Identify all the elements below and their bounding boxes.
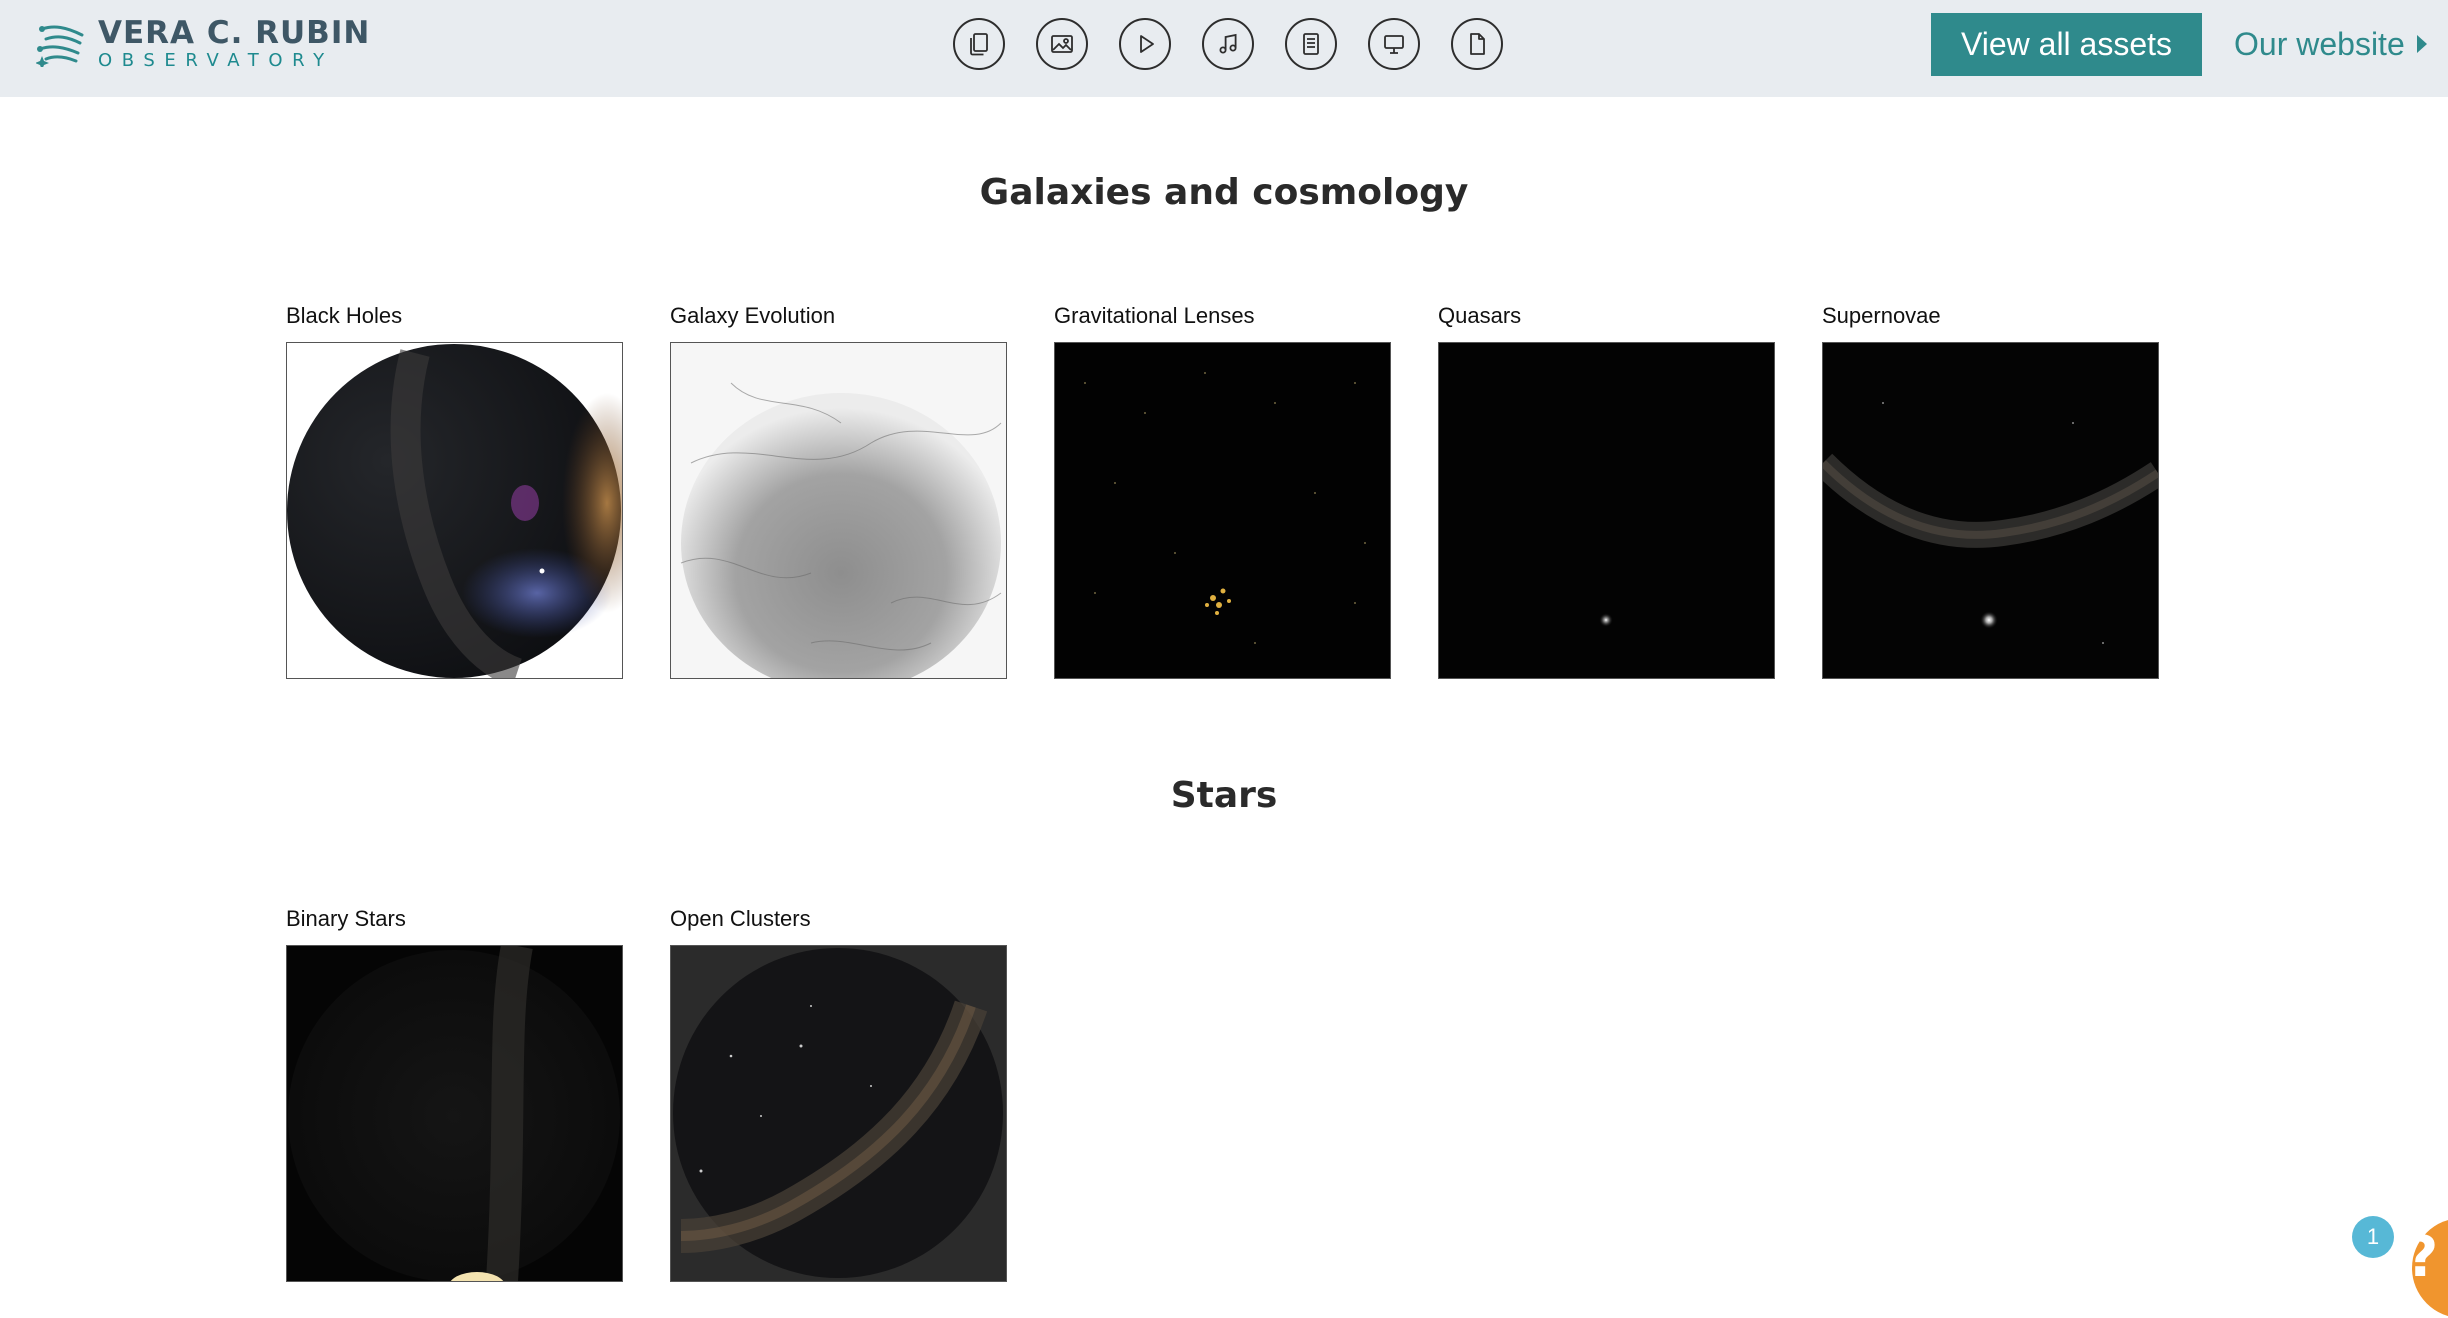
binary-stars-thumbnail-image (287, 946, 622, 1281)
text-document-icon (1303, 33, 1319, 55)
gravitational-lenses-thumbnail-image (1055, 343, 1390, 678)
our-website-label: Our website (2234, 25, 2405, 62)
card-label: Open Clusters (670, 906, 811, 931)
category-card-open-clusters[interactable]: Open Clusters (670, 905, 1007, 1282)
logo-subtitle: OBSERVATORY (98, 50, 334, 71)
our-website-link[interactable]: Our website (2234, 22, 2427, 66)
card-label: Galaxy Evolution (670, 303, 836, 328)
card-label: Quasars (1438, 303, 1522, 328)
open-clusters-thumbnail-image (671, 946, 1006, 1281)
card-thumbnail[interactable] (670, 342, 1007, 679)
help-question-icon[interactable]: ? (2396, 1226, 2448, 1290)
audio-filter-button[interactable] (1202, 18, 1254, 70)
card-thumbnail[interactable] (1822, 342, 2159, 679)
black-holes-thumbnail-image (287, 344, 622, 678)
card-thumbnail[interactable] (670, 945, 1007, 1282)
image-filter-button[interactable] (1036, 18, 1088, 70)
card-label: Supernovae (1822, 303, 1941, 328)
category-card-black-holes[interactable]: Black Holes (286, 302, 623, 679)
category-card-gravitational-lenses[interactable]: Gravitational Lenses (1054, 302, 1391, 679)
logo-title: VERA C. RUBIN (98, 15, 371, 51)
file-icon (1470, 33, 1485, 55)
audio-icon (1219, 33, 1237, 54)
card-thumbnail[interactable] (286, 342, 623, 679)
text-document-filter-button[interactable] (1285, 18, 1337, 70)
section-title-galaxies: Galaxies and cosmology (979, 172, 1469, 213)
category-card-galaxy-evolution[interactable]: Galaxy Evolution (670, 302, 1007, 679)
category-card-supernovae[interactable]: Supernovae (1822, 302, 2159, 679)
top-header: VERA C. RUBIN OBSERVATORY View all asset… (0, 0, 2448, 97)
card-thumbnail[interactable] (1054, 342, 1391, 679)
category-card-quasars[interactable]: Quasars (1438, 302, 1775, 679)
presentation-filter-button[interactable] (1368, 18, 1420, 70)
rubin-logo[interactable]: VERA C. RUBIN OBSERVATORY (36, 18, 370, 70)
caret-right-icon (2416, 35, 2427, 53)
presentation-icon (1384, 35, 1404, 54)
section-title-stars: Stars (1170, 775, 1278, 816)
galaxy-evolution-thumbnail-image (671, 343, 1006, 678)
card-label: Binary Stars (286, 906, 406, 931)
supernovae-thumbnail-image (1823, 343, 2158, 678)
view-all-assets-button[interactable]: View all assets (1931, 13, 2202, 76)
video-icon (1140, 35, 1154, 53)
documents-filter-button[interactable] (953, 18, 1005, 70)
card-label: Black Holes (286, 303, 403, 328)
category-card-binary-stars[interactable]: Binary Stars (286, 905, 623, 1282)
quasars-thumbnail-image (1439, 343, 1774, 678)
help-notification-badge: 1 (2352, 1216, 2394, 1258)
rubin-logo-icon (36, 25, 84, 67)
image-icon (1051, 35, 1073, 53)
documents-icon (970, 33, 988, 56)
page: VERA C. RUBIN OBSERVATORY View all asset… (0, 0, 2448, 1318)
asset-type-filter-bar (953, 18, 1534, 70)
card-thumbnail[interactable] (1438, 342, 1775, 679)
file-filter-button[interactable] (1451, 18, 1503, 70)
card-thumbnail[interactable] (286, 945, 623, 1282)
card-label: Gravitational Lenses (1054, 303, 1255, 328)
video-filter-button[interactable] (1119, 18, 1171, 70)
